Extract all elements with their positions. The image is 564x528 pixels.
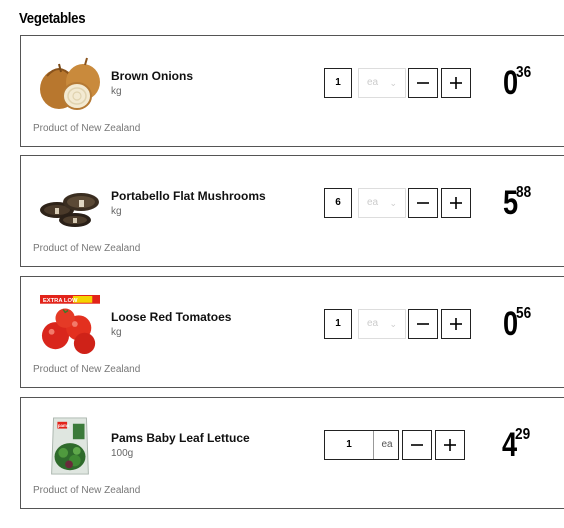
increase-quantity-button[interactable] bbox=[441, 68, 471, 98]
minus-icon bbox=[417, 202, 429, 204]
tomato-image[interactable]: EXTRA LOW bbox=[35, 295, 105, 355]
decrease-quantity-button[interactable] bbox=[408, 309, 438, 339]
decrease-quantity-button[interactable] bbox=[408, 188, 438, 218]
unit-select-value: ea bbox=[367, 197, 379, 208]
product-name[interactable]: Portabello Flat Mushrooms bbox=[111, 189, 266, 203]
quantity-input[interactable]: 6 bbox=[324, 188, 352, 218]
unit-select[interactable]: ea ⌄ bbox=[358, 309, 406, 339]
price-cents: 29 bbox=[514, 426, 531, 443]
minus-icon bbox=[417, 323, 429, 325]
chevron-down-icon: ⌄ bbox=[389, 78, 397, 88]
unit-select-value: ea bbox=[367, 318, 379, 329]
product-origin: Product of New Zealand bbox=[33, 364, 141, 375]
plus-icon bbox=[450, 77, 462, 89]
mushroom-image[interactable] bbox=[35, 176, 105, 236]
decrease-quantity-button[interactable] bbox=[408, 68, 438, 98]
product-card: Portabello Flat Mushrooms kg Product of … bbox=[20, 155, 564, 267]
product-card: Brown Onions kg Product of New Zealand 1… bbox=[20, 35, 564, 147]
increase-quantity-button[interactable] bbox=[441, 188, 471, 218]
increase-quantity-button[interactable] bbox=[435, 430, 465, 460]
product-name[interactable]: Pams Baby Leaf Lettuce bbox=[111, 431, 250, 445]
plus-icon bbox=[450, 197, 462, 209]
product-origin: Product of New Zealand bbox=[33, 485, 141, 496]
product-origin: Product of New Zealand bbox=[33, 243, 141, 254]
decrease-quantity-button[interactable] bbox=[402, 430, 432, 460]
price-cents: 36 bbox=[515, 64, 532, 81]
price-cents: 56 bbox=[515, 305, 532, 322]
product-card: pams Pams Baby Leaf Lettuce 100g Product… bbox=[20, 397, 564, 509]
product-price: 036 bbox=[503, 63, 534, 103]
unit-select-value: ea bbox=[367, 77, 379, 88]
product-name[interactable]: Brown Onions bbox=[111, 69, 193, 83]
minus-icon bbox=[417, 82, 429, 84]
product-origin: Product of New Zealand bbox=[33, 123, 141, 134]
product-price: 588 bbox=[503, 183, 534, 223]
product-price: 056 bbox=[503, 304, 534, 344]
svg-text:pams: pams bbox=[58, 423, 70, 428]
quantity-input[interactable]: 1 bbox=[325, 431, 373, 459]
quantity-input[interactable]: 1 bbox=[324, 309, 352, 339]
plus-icon bbox=[444, 439, 456, 451]
plus-icon bbox=[450, 318, 462, 330]
chevron-down-icon: ⌄ bbox=[389, 319, 397, 329]
unit-label: ea bbox=[373, 431, 400, 459]
product-price: 429 bbox=[502, 425, 533, 465]
quantity-input[interactable]: 1 bbox=[324, 68, 352, 98]
minus-icon bbox=[411, 444, 423, 446]
quantity-control[interactable]: 1 ea bbox=[324, 430, 399, 460]
unit-select[interactable]: ea ⌄ bbox=[358, 68, 406, 98]
unit-select[interactable]: ea ⌄ bbox=[358, 188, 406, 218]
increase-quantity-button[interactable] bbox=[441, 309, 471, 339]
product-unit: kg bbox=[111, 327, 122, 338]
chevron-down-icon: ⌄ bbox=[389, 198, 397, 208]
lettuce-bag-image[interactable]: pams bbox=[35, 416, 105, 476]
section-title: Vegetables bbox=[19, 10, 86, 27]
product-card: EXTRA LOW Loose Red Tomatoes kg Product … bbox=[20, 276, 564, 388]
product-unit: 100g bbox=[111, 448, 134, 459]
product-unit: kg bbox=[111, 86, 122, 97]
product-name[interactable]: Loose Red Tomatoes bbox=[111, 310, 231, 324]
onion-image[interactable] bbox=[35, 56, 105, 116]
product-unit: kg bbox=[111, 206, 122, 217]
price-cents: 88 bbox=[515, 184, 532, 201]
svg-text:EXTRA LOW: EXTRA LOW bbox=[43, 298, 78, 304]
